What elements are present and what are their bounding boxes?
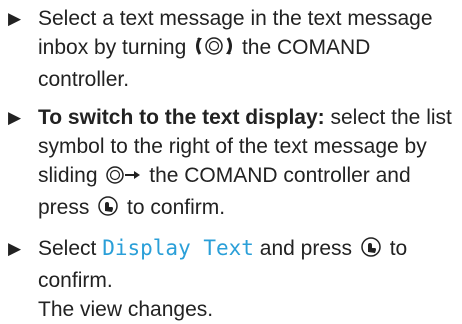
step-marker: ▶ bbox=[8, 9, 22, 28]
instruction-page: ▶ Select a text message in the text mess… bbox=[0, 0, 462, 321]
step-marker: ▶ bbox=[8, 239, 22, 258]
step-text: and press bbox=[259, 237, 353, 260]
instruction-step-3: ▶ Select Display Text and press to confi… bbox=[6, 234, 462, 324]
instruction-step-1: ▶ Select a text message in the text mess… bbox=[6, 4, 462, 94]
turn-controller-icon bbox=[194, 35, 234, 65]
menu-item-display-text: Display Text bbox=[102, 236, 254, 260]
step-marker: ▶ bbox=[8, 108, 22, 127]
step-result: The view changes. bbox=[38, 298, 214, 321]
slide-right-controller-icon bbox=[105, 164, 141, 193]
step-text: Select a text message in the text messag… bbox=[38, 7, 433, 59]
step-text: Select bbox=[38, 237, 97, 260]
step-text: to confirm. bbox=[127, 196, 226, 219]
step-heading: To switch to the text display: bbox=[38, 106, 325, 129]
press-controller-icon bbox=[360, 236, 382, 266]
instruction-step-2: ▶ To switch to the text display: select … bbox=[6, 103, 462, 225]
press-controller-icon bbox=[97, 195, 119, 225]
